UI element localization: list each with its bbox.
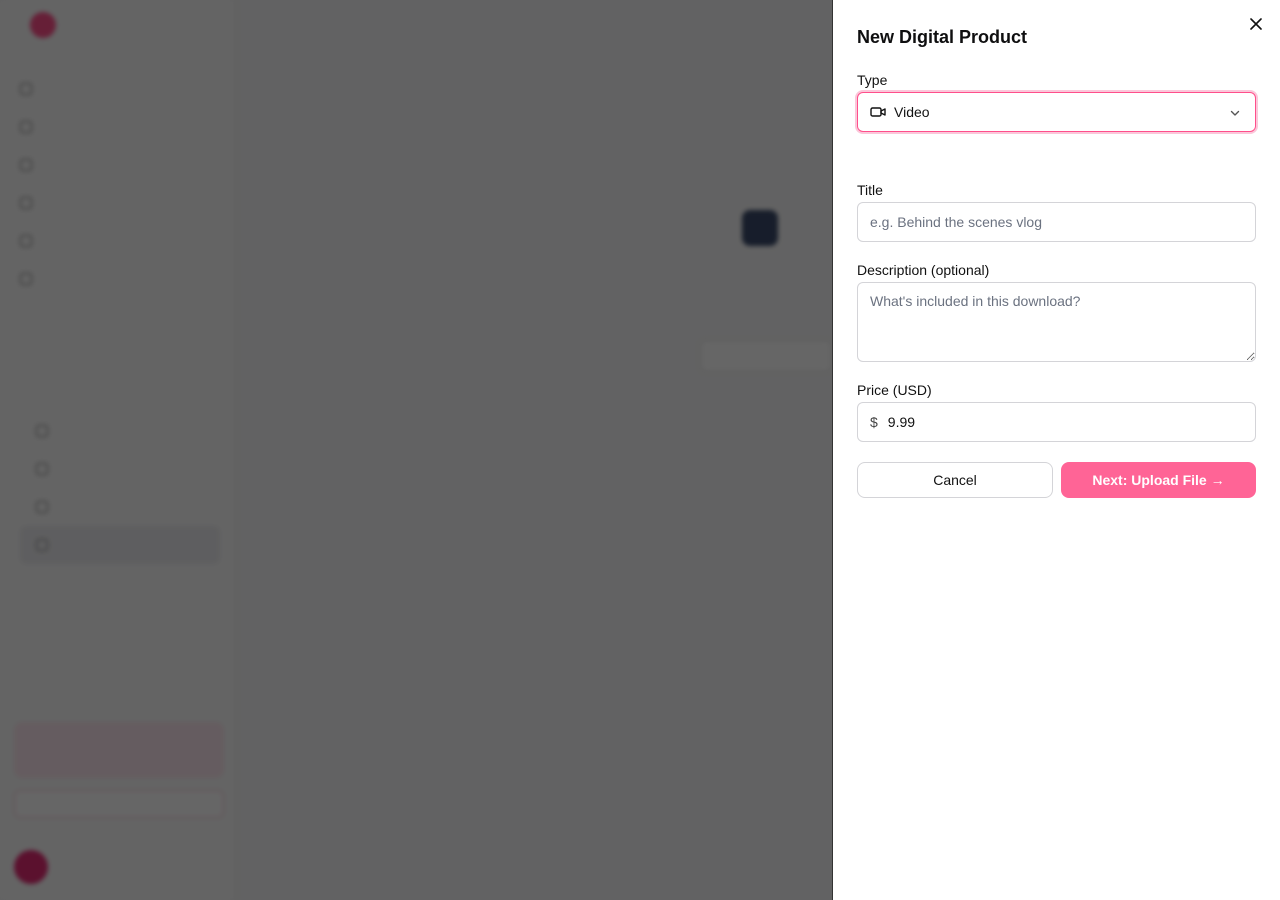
type-select-value: Video xyxy=(894,104,930,120)
next-upload-file-button[interactable]: Next: Upload File → xyxy=(1061,462,1256,498)
price-field[interactable]: $ xyxy=(857,402,1256,442)
title-input[interactable] xyxy=(857,202,1256,242)
description-label: Description (optional) xyxy=(857,262,990,278)
close-icon xyxy=(1250,18,1262,30)
currency-symbol: $ xyxy=(870,414,878,430)
type-select[interactable]: Video xyxy=(857,92,1256,132)
new-product-drawer xyxy=(832,0,1280,900)
description-textarea[interactable] xyxy=(857,282,1256,362)
price-label: Price (USD) xyxy=(857,382,932,398)
video-camera-icon xyxy=(870,104,886,120)
price-input[interactable] xyxy=(887,414,1228,430)
cancel-button[interactable]: Cancel xyxy=(857,462,1053,498)
title-label: Title xyxy=(857,182,883,198)
close-button[interactable] xyxy=(1246,14,1266,34)
chevron-down-icon xyxy=(1229,106,1241,124)
type-label: Type xyxy=(857,72,888,88)
drawer-title: New Digital Product xyxy=(857,27,1028,47)
